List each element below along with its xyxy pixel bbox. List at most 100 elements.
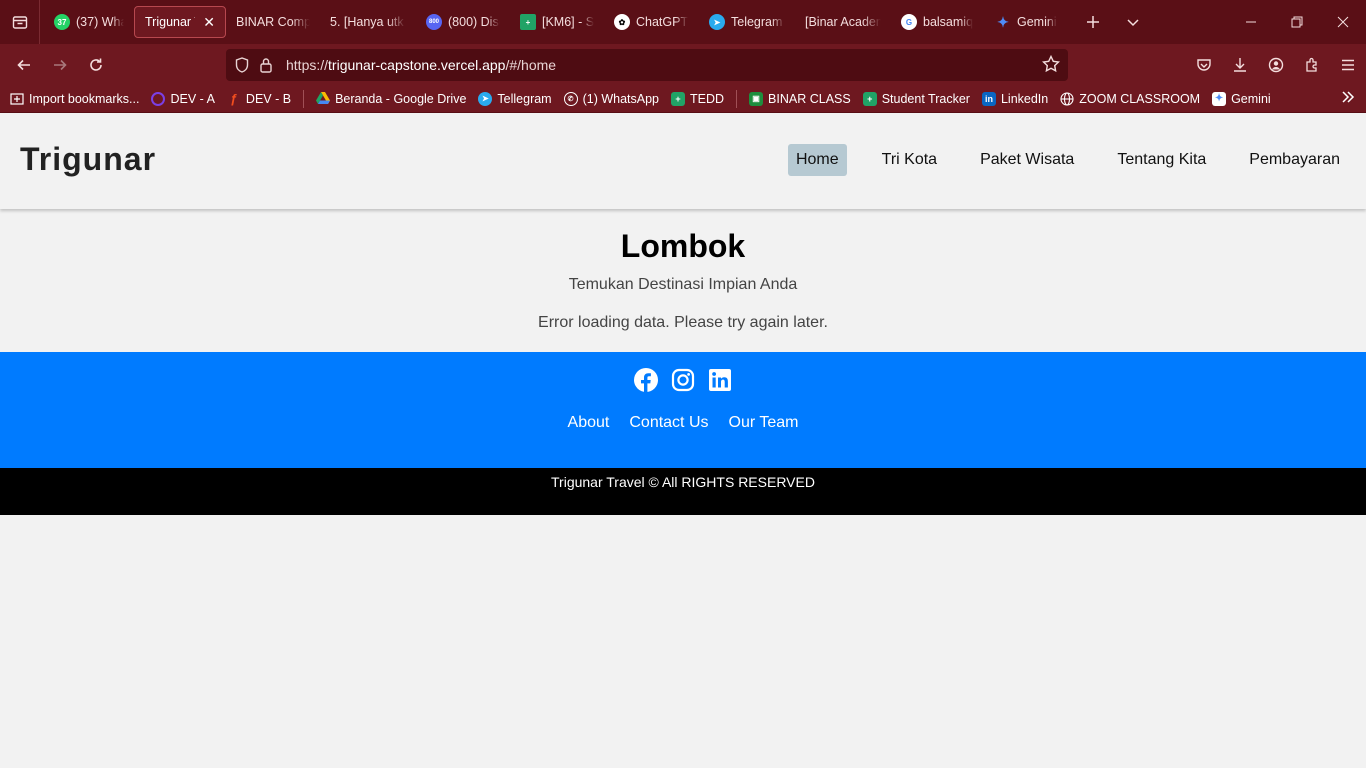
bookmark-gemini[interactable]: ✦ Gemini [1212,91,1271,106]
bookmark-zoom-classroom[interactable]: ZOOM CLASSROOM [1060,92,1200,106]
tab-trigunar[interactable]: Trigunar Travel ✕ [134,6,226,38]
footer-link-contact-us[interactable]: Contact Us [629,414,708,432]
copyright-text: Trigunar Travel © All RIGHTS RESERVED [551,474,815,490]
lock-icon[interactable] [254,57,278,73]
site-footer: About Contact Us Our Team [0,352,1366,468]
linkedin-icon: in [981,91,996,106]
classroom-icon: ▣ [749,91,764,106]
bookmark-label: Beranda - Google Drive [335,91,467,106]
url-host: trigunar-capstone.vercel.app [328,57,506,73]
tab-binar-academy[interactable]: [Binar Academy] [795,6,891,38]
bookmark-label: ZOOM CLASSROOM [1079,91,1201,106]
minimize-icon[interactable] [1228,0,1274,44]
bookmark-label: Gemini [1231,91,1271,106]
tab-list-icon[interactable] [0,0,40,44]
footer-link-about[interactable]: About [568,414,610,432]
tab-title: [KM6] - Student [542,15,594,29]
main-nav: Home Tri Kota Paket Wisata Tentang Kita … [761,144,1348,176]
browser-tab-bar: 37 (37) WhatsApp Trigunar Travel ✕ BINAR… [0,0,1366,44]
hero-section: Lombok Temukan Destinasi Impian Anda Err… [0,210,1366,352]
drive-icon [316,92,331,106]
bookmark-telegram[interactable]: ➤ Tellegram [478,91,552,106]
nav-tentang-kita[interactable]: Tentang Kita [1109,144,1214,176]
star-icon[interactable] [1041,54,1061,76]
address-bar[interactable]: https://trigunar-capstone.vercel.app/#/h… [226,49,1068,81]
tab-title: balsamiq [923,15,974,29]
facebook-icon[interactable] [634,368,658,392]
bookmark-label: LinkedIn [1000,91,1049,106]
tab-binar-company[interactable]: BINAR Company [226,6,320,38]
reload-icon[interactable] [78,47,114,83]
footer-link-our-team[interactable]: Our Team [729,414,799,432]
url-text[interactable]: https://trigunar-capstone.vercel.app/#/h… [286,57,556,73]
gemini-icon: ✦ [1212,91,1227,106]
close-window-icon[interactable] [1320,0,1366,44]
close-tab-icon[interactable]: ✕ [203,14,215,31]
tab-balsamiq[interactable]: G balsamiq [891,6,985,38]
nav-pembayaran[interactable]: Pembayaran [1241,144,1348,176]
gemini-icon: ✦ [997,13,1009,30]
tab-title: (800) Discord [448,15,500,29]
bookmark-separator [736,89,738,108]
bookmark-whatsapp[interactable]: ✆ (1) WhatsApp [563,91,659,106]
chevron-down-icon[interactable] [1113,0,1153,44]
bookmark-label: Tellegram [497,91,552,106]
dev-icon [151,91,166,106]
tab-gemini[interactable]: ✦ Gemini [985,6,1073,38]
nav-paket-wisata[interactable]: Paket Wisata [972,144,1082,176]
tab-strip: 37 (37) WhatsApp Trigunar Travel ✕ BINAR… [40,0,1153,44]
tab-telegram[interactable]: ➤ Telegram Web [699,6,795,38]
hero-title: Lombok [620,228,746,264]
bookmark-linkedin[interactable]: in LinkedIn [981,91,1049,106]
copyright-bar: Trigunar Travel © All RIGHTS RESERVED [0,468,1366,515]
account-icon[interactable] [1258,47,1294,83]
pocket-icon[interactable] [1186,47,1222,83]
tab-title: Telegram Web [731,15,785,29]
tab-title: (37) WhatsApp [76,15,124,29]
shield-icon[interactable] [230,57,254,73]
bookmark-label: DEV - A [170,91,215,106]
forward-icon[interactable] [42,47,78,83]
bookmark-dev-b[interactable]: ƒ DEV - B [227,91,292,106]
tab-hanya-utk[interactable]: 5. [Hanya utk Binar] [320,6,416,38]
chevron-double-right-icon[interactable] [1340,89,1356,110]
tab-km6[interactable]: + [KM6] - Student [510,6,604,38]
linkedin-icon[interactable] [708,368,732,392]
nav-tri-kota[interactable]: Tri Kota [874,144,945,176]
bookmarks-bar: Import bookmarks... DEV - A ƒ DEV - B Be… [0,85,1366,113]
downloads-icon[interactable] [1222,47,1258,83]
new-tab-icon[interactable] [1073,0,1113,44]
whatsapp-icon: 37 [54,14,70,30]
bookmark-student-tracker[interactable]: + Student Tracker [862,91,970,106]
bookmark-google-drive[interactable]: Beranda - Google Drive [316,92,466,106]
telegram-icon: ➤ [709,14,725,30]
social-links [0,368,1366,392]
nav-home[interactable]: Home [787,144,847,176]
menu-icon[interactable] [1330,47,1366,83]
back-icon[interactable] [6,47,42,83]
tab-whatsapp[interactable]: 37 (37) WhatsApp [44,6,134,38]
tab-title: 5. [Hanya utk Binar] [330,15,406,29]
bookmark-label: DEV - B [245,91,292,106]
restore-icon[interactable] [1274,0,1320,44]
site-header: Trigunar Home Tri Kota Paket Wisata Tent… [0,113,1366,209]
bookmark-tedd[interactable]: + TEDD [671,91,724,106]
error-message: Error loading data. Please try again lat… [538,314,828,331]
toolbar-right [1186,44,1366,85]
extensions-icon[interactable] [1294,47,1330,83]
tab-title: [Binar Academy] [805,15,881,29]
bookmark-dev-a[interactable]: DEV - A [151,91,215,106]
figma-icon: ƒ [230,91,238,106]
bookmark-label: Import bookmarks... [29,91,140,106]
whatsapp-icon: ✆ [563,91,578,106]
tab-title: ChatGPT [636,15,689,29]
brand-logo[interactable]: Trigunar [20,141,156,178]
instagram-icon[interactable] [671,368,695,392]
sheets-icon: + [862,91,877,106]
tab-chatgpt[interactable]: ✿ ChatGPT [604,6,699,38]
chatgpt-icon: ✿ [614,14,630,30]
bookmark-binar-class[interactable]: ▣ BINAR CLASS [749,91,851,106]
bookmark-import[interactable]: Import bookmarks... [10,92,139,106]
google-icon: G [901,14,917,30]
tab-discord[interactable]: 800 (800) Discord [416,6,510,38]
